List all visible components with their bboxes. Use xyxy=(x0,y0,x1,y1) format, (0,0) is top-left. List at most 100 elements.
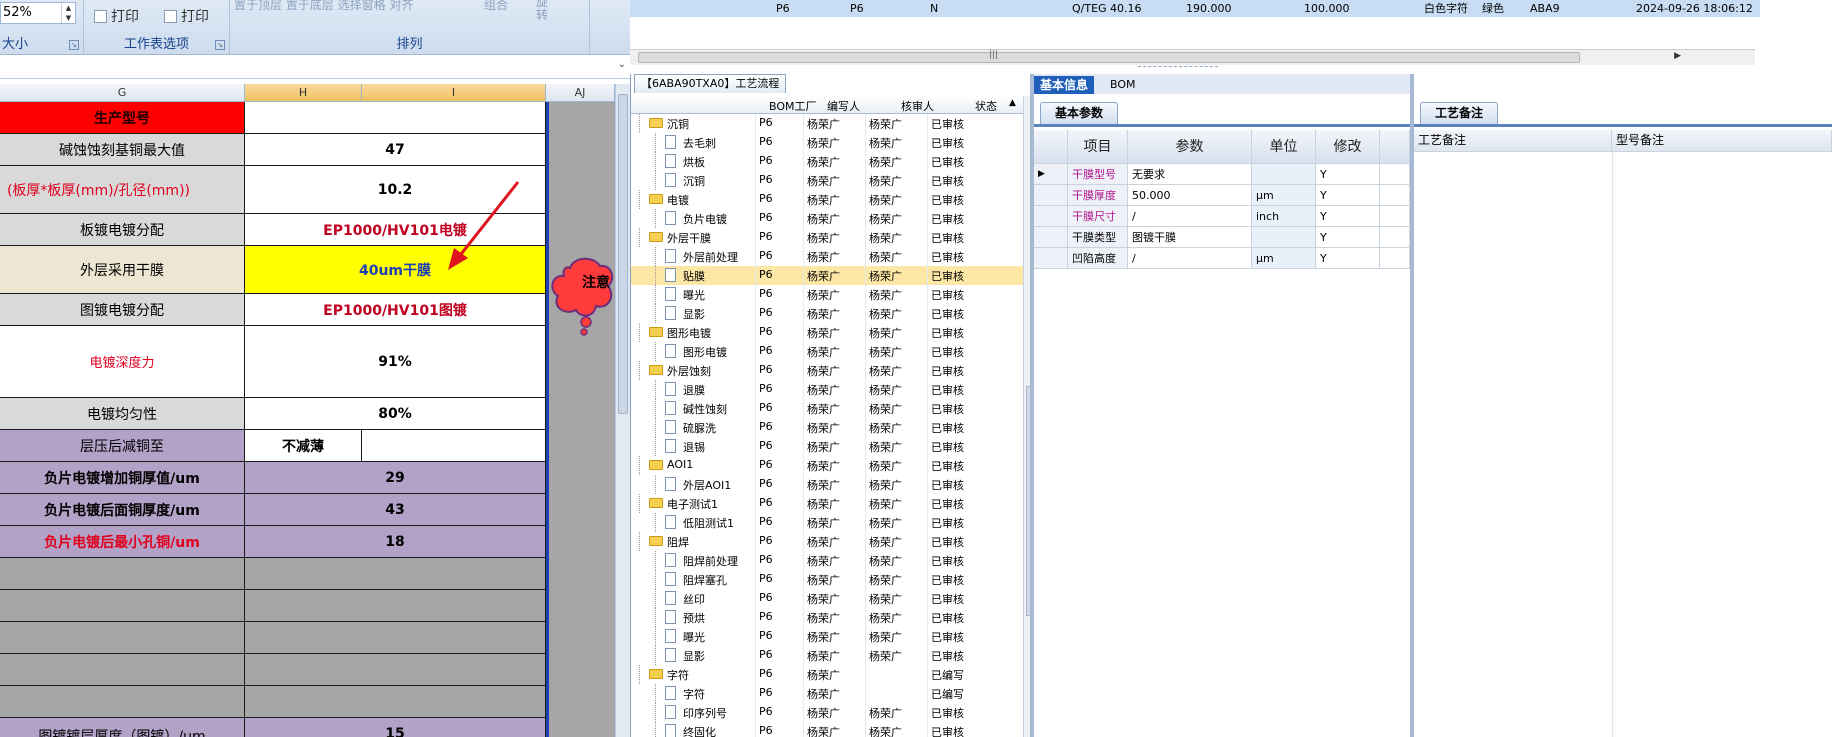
sort-up-icon[interactable]: ▲ xyxy=(1009,98,1016,108)
param-modify[interactable]: Y xyxy=(1316,164,1380,185)
param-modify[interactable]: Y xyxy=(1316,248,1380,269)
cell-label[interactable]: 电镀深度力 xyxy=(0,326,245,398)
horizontal-scrollbar[interactable]: ||| ▶ xyxy=(630,49,1755,65)
tree-row[interactable]: 外层AOI1 P6 杨荣广 杨荣广 已审核 xyxy=(631,475,1023,494)
cell-label[interactable]: 生产型号 xyxy=(0,102,245,134)
tree-row[interactable]: 外层蚀刻 P6 杨荣广 杨荣广 已审核 xyxy=(631,361,1023,380)
param-filler[interactable] xyxy=(1380,248,1410,269)
param-item[interactable]: 干膜类型 xyxy=(1068,227,1128,248)
scroll-right-icon[interactable]: ▶ xyxy=(1674,51,1681,61)
tree-row[interactable]: 显影 P6 杨荣广 杨荣广 已审核 xyxy=(631,304,1023,323)
scrollbar-thumb[interactable] xyxy=(638,52,1580,63)
cell-value[interactable]: 43 xyxy=(245,494,546,526)
rotate-command[interactable]: 旋转 xyxy=(536,0,556,22)
cell-label[interactable]: 负片电镀增加铜厚值/um xyxy=(0,462,245,494)
cell-empty[interactable] xyxy=(0,622,245,654)
cell-empty[interactable] xyxy=(362,430,546,462)
cell-label[interactable]: 电镀均匀性 xyxy=(0,398,245,430)
tree-row[interactable]: 图形电镀 P6 杨荣广 杨荣广 已审核 xyxy=(631,323,1023,342)
print-gridlines-checkbox[interactable]: 打印 xyxy=(94,6,139,26)
tree-row[interactable]: 终固化 P6 杨荣广 杨荣广 已审核 xyxy=(631,722,1023,737)
cell-label[interactable]: 板镀电镀分配 xyxy=(0,214,245,246)
cell-empty[interactable] xyxy=(0,590,245,622)
tree-row[interactable]: 烘板 P6 杨荣广 杨荣广 已审核 xyxy=(631,152,1023,171)
param-value[interactable]: / xyxy=(1128,206,1252,227)
subtab-basic-params[interactable]: 基本参数 xyxy=(1040,102,1119,124)
header-unit[interactable]: 单位 xyxy=(1252,130,1316,164)
tree-row[interactable]: 显影 P6 杨荣广 杨荣广 已审核 xyxy=(631,646,1023,665)
tree-row[interactable]: 图形电镀 P6 杨荣广 杨荣广 已审核 xyxy=(631,342,1023,361)
param-item[interactable]: 干膜厚度 xyxy=(1068,185,1128,206)
tree-row[interactable]: 丝印 P6 杨荣广 杨荣广 已审核 xyxy=(631,589,1023,608)
row-selector[interactable] xyxy=(1034,227,1068,248)
tree-row[interactable]: 负片电镀 P6 杨荣广 杨荣广 已审核 xyxy=(631,209,1023,228)
header-writer[interactable]: 编写人 xyxy=(827,98,860,114)
tree-row[interactable]: 阻焊前处理 P6 杨荣广 杨荣广 已审核 xyxy=(631,551,1023,570)
param-unit[interactable] xyxy=(1252,227,1316,248)
row-selector[interactable] xyxy=(1034,206,1068,227)
cell-value[interactable]: EP1000/HV101图镀 xyxy=(245,294,546,326)
header-status[interactable]: 状态 xyxy=(975,98,997,114)
param-value[interactable]: 无要求 xyxy=(1128,164,1252,185)
group-command[interactable]: 组合 xyxy=(484,0,508,13)
tree-row[interactable]: 曝光 P6 杨荣广 杨荣广 已审核 xyxy=(631,627,1023,646)
tree-row[interactable]: 字符 P6 杨荣广 已编写 xyxy=(631,665,1023,684)
cell-empty[interactable] xyxy=(245,590,546,622)
header-reviewer[interactable]: 核审人 xyxy=(901,98,934,114)
tree-row[interactable]: 曝光 P6 杨荣广 杨荣广 已审核 xyxy=(631,285,1023,304)
param-filler[interactable] xyxy=(1380,206,1410,227)
print-headings-checkbox[interactable]: 打印 xyxy=(164,6,209,26)
tree-row[interactable]: 去毛刺 P6 杨荣广 杨荣广 已审核 xyxy=(631,133,1023,152)
header-model-note[interactable]: 型号备注 xyxy=(1612,130,1832,152)
tab-basic-info[interactable]: 基本信息 xyxy=(1034,76,1095,94)
row-selector[interactable] xyxy=(1034,185,1068,206)
param-item[interactable]: 凹陷高度 xyxy=(1068,248,1128,269)
tree-row[interactable]: 退膜 P6 杨荣广 杨荣广 已审核 xyxy=(631,380,1023,399)
process-flow-title[interactable]: 【6ABA90TXA0】工艺流程 xyxy=(634,74,787,93)
column-header-aj[interactable]: AJ xyxy=(546,84,615,102)
cell-empty[interactable] xyxy=(245,558,546,590)
tab-bom[interactable]: BOM xyxy=(1104,76,1142,94)
cell-value[interactable]: 80% xyxy=(245,398,546,430)
param-value[interactable]: 50.000 xyxy=(1128,185,1252,206)
param-filler[interactable] xyxy=(1380,227,1410,248)
tree-row[interactable]: 电镀 P6 杨荣广 杨荣广 已审核 xyxy=(631,190,1023,209)
tree-row[interactable]: 印序列号 P6 杨荣广 杨荣广 已审核 xyxy=(631,703,1023,722)
cell-empty[interactable] xyxy=(0,558,245,590)
scrollbar-thumb[interactable] xyxy=(618,94,628,414)
arrange-commands[interactable]: 置于顶层 置于底层 选择窗格 对齐 xyxy=(234,0,413,13)
cell-label[interactable]: 外层采用干膜 xyxy=(0,246,245,294)
header-item[interactable]: 项目 xyxy=(1068,130,1128,164)
cell-value[interactable]: 18 xyxy=(245,526,546,558)
param-item[interactable]: 干膜型号 xyxy=(1068,164,1128,185)
row-selector[interactable] xyxy=(1034,248,1068,269)
param-unit[interactable]: μm xyxy=(1252,248,1316,269)
param-unit[interactable]: μm xyxy=(1252,185,1316,206)
cell-label[interactable]: 负片电镀后面铜厚度/um xyxy=(0,494,245,526)
cell-empty[interactable] xyxy=(0,654,245,686)
tree-row[interactable]: 外层前处理 P6 杨荣广 杨荣广 已审核 xyxy=(631,247,1023,266)
cell-value[interactable] xyxy=(245,102,546,134)
header-modify[interactable]: 修改 xyxy=(1316,130,1380,164)
cell-value[interactable]: 15 xyxy=(245,718,546,737)
param-modify[interactable]: Y xyxy=(1316,206,1380,227)
top-data-row[interactable]: P6 P6 N Q/TEG 40.16 190.000 100.000 白色字符… xyxy=(630,0,1760,17)
tree-row[interactable]: 预烘 P6 杨荣广 杨荣广 已审核 xyxy=(631,608,1023,627)
tree-row[interactable]: 电子测试1 P6 杨荣广 杨荣广 已审核 xyxy=(631,494,1023,513)
dialog-launcher-icon[interactable]: ↘ xyxy=(215,40,225,50)
cell-empty[interactable] xyxy=(245,654,546,686)
param-item[interactable]: 干膜尺寸 xyxy=(1068,206,1128,227)
tree-row[interactable]: 硫脲洗 P6 杨荣广 杨荣广 已审核 xyxy=(631,418,1023,437)
tree-row[interactable]: 沉铜 P6 杨荣广 杨荣广 已审核 xyxy=(631,114,1023,133)
cell-label[interactable]: 层压后减铜至 xyxy=(0,430,245,462)
dialog-launcher-icon[interactable]: ↘ xyxy=(69,40,79,50)
column-header-i[interactable]: I xyxy=(362,84,546,102)
row-selector-header[interactable] xyxy=(1034,130,1068,164)
tree-row[interactable]: 贴膜 P6 杨荣广 杨荣广 已审核 xyxy=(631,266,1023,285)
cell-label[interactable]: 碱蚀蚀刻基铜最大值 xyxy=(0,134,245,166)
header-process-note[interactable]: 工艺备注 xyxy=(1414,130,1612,152)
column-header-g[interactable]: G xyxy=(0,84,245,102)
cell-empty[interactable] xyxy=(0,686,245,718)
cell-label[interactable]: (板厚*板厚(mm)/孔径(mm)) xyxy=(0,166,245,214)
expand-formula-icon[interactable]: ⌄ xyxy=(618,59,626,70)
